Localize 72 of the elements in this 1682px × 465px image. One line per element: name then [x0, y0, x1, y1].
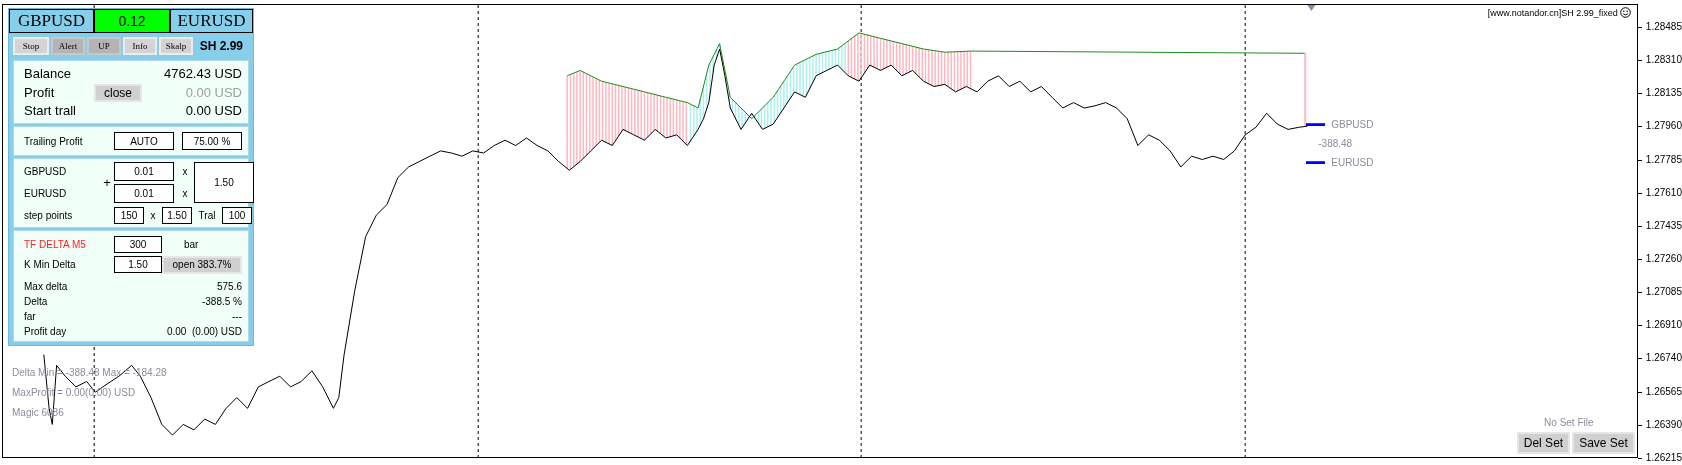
lot-field[interactable]: 0.01 — [114, 184, 174, 203]
price-label: 1.27960 — [1641, 118, 1682, 152]
open-button[interactable]: open 383.7% — [162, 255, 242, 274]
symbol-label: GBPUSD — [24, 166, 68, 177]
line-swatch-icon — [1306, 161, 1326, 164]
tab-button[interactable]: Stop — [13, 37, 49, 55]
account-value: 0.00 USD — [184, 102, 242, 120]
times-sign: x — [181, 188, 189, 199]
account-label: Start trall — [24, 102, 77, 120]
multiplier-field[interactable]: 1.50 — [194, 162, 254, 203]
times-sign: x — [149, 209, 157, 221]
symbol-label: EURUSD — [170, 9, 253, 33]
legend-label: GBPUSD — [1331, 119, 1374, 130]
stat-value: 575.6 — [216, 281, 242, 292]
version-label: SH 2.99 — [199, 39, 243, 53]
price-label: 1.27260 — [1641, 251, 1682, 285]
set-file-status: No Set File — [1544, 417, 1594, 428]
stat-value: 0.00 (0.00) USD — [166, 326, 242, 337]
stat-value: -388.5 % — [201, 296, 242, 307]
price-label: 1.28135 — [1641, 85, 1682, 119]
account-value: 4762.43 USD — [162, 65, 242, 83]
spread-reading: -388.48 — [1317, 138, 1354, 149]
price-label: 1.28485 — [1641, 19, 1682, 53]
plus-sign: + — [102, 175, 112, 190]
k-min-delta-label: K Min Delta — [24, 259, 77, 270]
bars-unit: bar — [184, 239, 199, 250]
account-value: 0.00 USD — [184, 83, 242, 102]
legend-label: EURUSD — [1331, 157, 1374, 168]
step-field[interactable]: 150 — [114, 206, 144, 224]
close-button[interactable]: close — [94, 84, 142, 102]
spread-value: 0.12 — [94, 9, 170, 33]
expert-title: [www.notandor.cn]SH 2.99_fixed — [1487, 7, 1618, 18]
tral-label: Tral — [197, 209, 217, 221]
trailing-mode-field[interactable]: AUTO — [114, 132, 174, 150]
account-label: Balance — [24, 65, 72, 83]
price-label: 1.26215 — [1641, 449, 1682, 465]
tab-button[interactable]: Skalp — [159, 37, 193, 55]
price-label: 1.27785 — [1641, 151, 1682, 185]
price-label: 1.26565 — [1641, 383, 1682, 417]
smiley-icon — [1619, 7, 1631, 18]
stat-value: --- — [232, 311, 242, 322]
stat-label: Delta — [24, 296, 48, 307]
price-label: 1.26910 — [1641, 317, 1682, 351]
step-label: step points — [24, 209, 74, 221]
trailing-label: Trailing Profit — [24, 135, 84, 147]
k-min-delta-field[interactable]: 1.50 — [114, 256, 162, 273]
price-label: 1.27610 — [1641, 184, 1682, 218]
price-label: 1.26740 — [1641, 350, 1682, 384]
lot-field[interactable]: 0.01 — [114, 162, 174, 181]
set-button[interactable]: Save Set — [1572, 432, 1635, 454]
timeframe-label: TF DELTA M5 — [24, 239, 87, 250]
price-label: 1.27435 — [1641, 217, 1682, 251]
account-label: Profit — [24, 83, 56, 102]
marker-triangle-icon — [1307, 5, 1316, 11]
tab-button[interactable]: Info — [123, 37, 157, 55]
symbol-label: GBPUSD — [9, 9, 94, 33]
times-sign: x — [181, 166, 189, 177]
price-label: 1.27085 — [1641, 284, 1682, 318]
set-button[interactable]: Del Set — [1516, 432, 1571, 454]
price-label: 1.26390 — [1641, 416, 1682, 450]
tab-button[interactable]: UP — [87, 37, 121, 55]
bars-field[interactable]: 300 — [114, 236, 162, 253]
price-label: 1.28310 — [1641, 52, 1682, 86]
line-swatch-icon — [1306, 123, 1326, 126]
tab-button[interactable]: Alert — [51, 37, 85, 55]
tral-field[interactable]: 100 — [222, 206, 252, 224]
symbol-label: EURUSD — [24, 188, 68, 199]
trailing-percent-field[interactable]: 75.00 % — [182, 132, 242, 150]
stat-label: Profit day — [24, 326, 67, 337]
stat-label: far — [24, 311, 36, 322]
step-factor-field[interactable]: 1.50 — [162, 206, 192, 224]
stat-label: Max delta — [24, 281, 68, 292]
